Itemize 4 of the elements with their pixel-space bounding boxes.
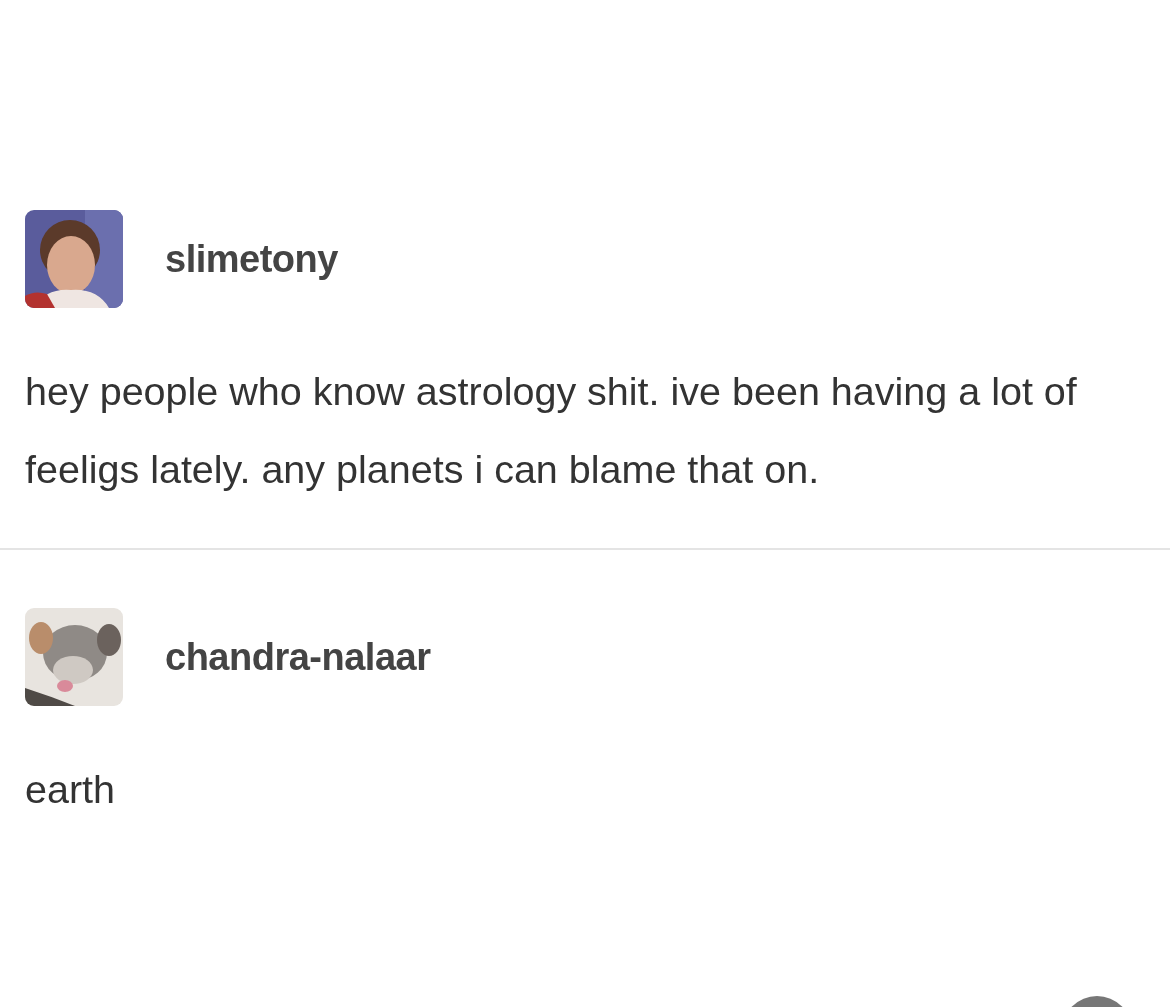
post-text: earth xyxy=(25,766,117,813)
post-text: hey people who know astrology shit. ive been having a lot of feeligs lately. any planets i can blame that on. xyxy=(25,368,1078,493)
username-link[interactable]: chandra-nalaar xyxy=(165,628,431,686)
username-link[interactable]: slimetony xyxy=(165,230,338,288)
